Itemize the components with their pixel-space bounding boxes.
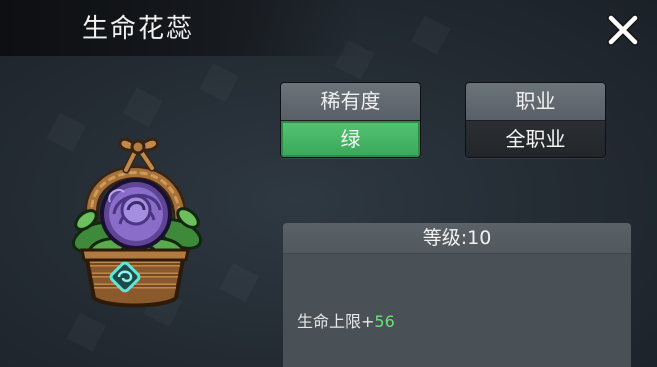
close-icon	[607, 14, 639, 46]
rarity-value: 绿	[281, 121, 420, 157]
attribute-line: 生命上限+56	[297, 308, 395, 332]
item-level: 等级:10	[283, 223, 631, 254]
flower-basket-icon	[64, 122, 206, 312]
profession-value: 全职业	[466, 121, 605, 157]
attribute-value: 56	[374, 312, 395, 331]
title-bar: 生命花蕊	[0, 0, 360, 56]
profession-box: 职业 全职业	[465, 82, 606, 158]
attribute-name: 生命上限	[297, 312, 362, 331]
rarity-box: 稀有度 绿	[280, 82, 421, 158]
item-info-panel: 等级:10 生命上限+56	[283, 223, 631, 367]
attribute-sign: +	[361, 312, 375, 331]
close-button[interactable]	[603, 10, 643, 50]
rarity-label: 稀有度	[281, 83, 420, 121]
profession-label: 职业	[466, 83, 605, 121]
dialog-title: 生命花蕊	[82, 14, 195, 44]
item-detail-dialog: ◆ ◆ ◆ ◆ ◆ ◆ ◆ ◆ 生命花蕊	[0, 0, 657, 367]
